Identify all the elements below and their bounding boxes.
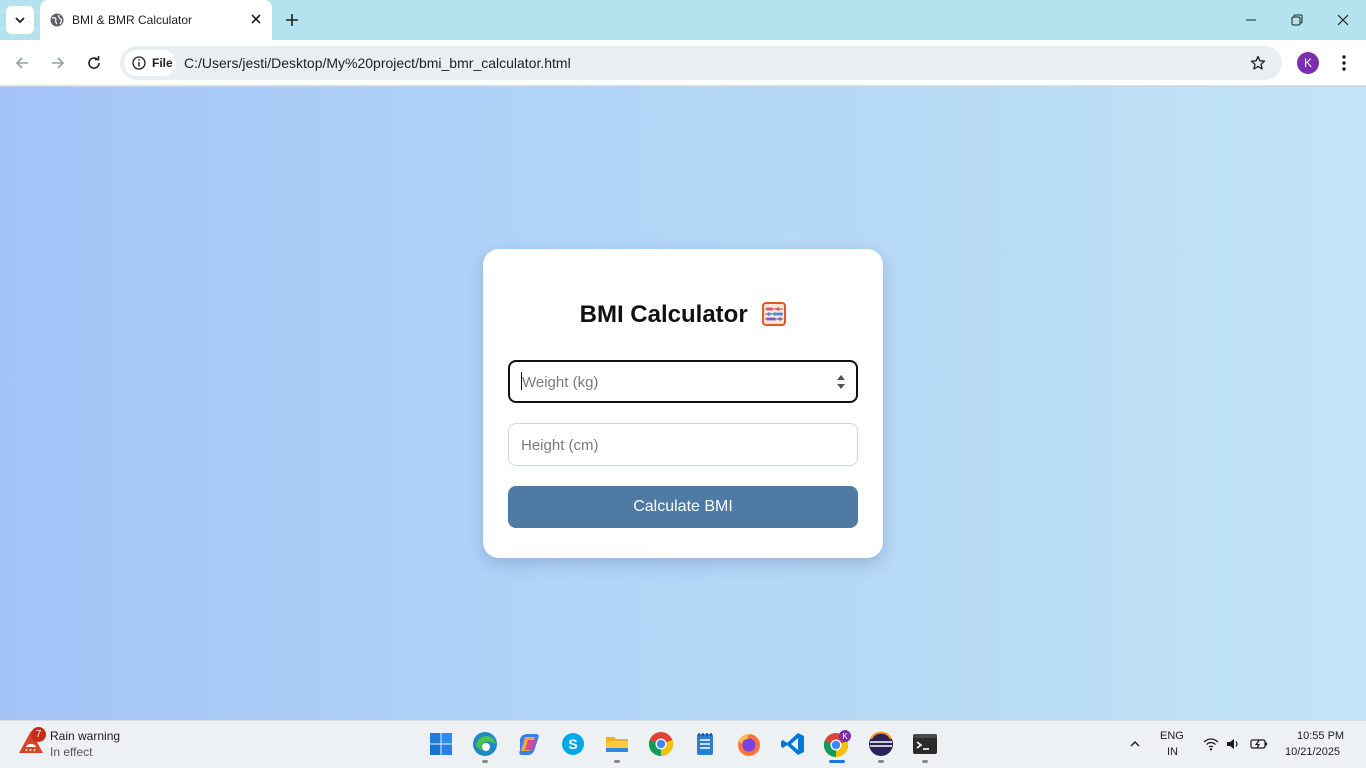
svg-text:K: K [842,732,848,741]
folder-icon [606,737,628,752]
taskbar-running-indicator [614,760,620,763]
windows-taskbar: 7 Rain warning In effect S K ENG IN 10:5… [0,720,1366,768]
chrome-icon [648,732,674,757]
chevron-down-icon [15,17,25,24]
tab-title: BMI & BMR Calculator [72,13,193,27]
taskbar-running-indicator [922,760,928,763]
volume-icon [1227,739,1238,749]
taskbar-running-indicator [878,760,884,763]
tab-close-button[interactable] [248,11,264,27]
skype-icon: S [562,733,584,755]
taskbar-notepad[interactable] [690,729,720,759]
edge-icon [473,732,497,756]
minimize-button[interactable] [1228,0,1274,40]
chrome-profile-icon: K [823,730,851,758]
taskbar-chrome[interactable] [646,729,676,759]
new-tab-button[interactable] [282,10,302,30]
minimize-icon [1246,19,1256,21]
taskbar-terminal[interactable] [910,729,940,759]
bmi-calculator-card: BMI Calculator Weight (kg) Height (cm) C… [483,249,883,558]
taskbar-edge[interactable] [470,729,500,759]
taskbar-firefox[interactable] [734,729,764,759]
chevron-up-icon [1130,741,1140,747]
browser-menu-button[interactable] [1334,51,1354,75]
forward-button[interactable] [46,51,70,75]
profile-avatar[interactable]: K [1297,52,1319,74]
info-icon [132,56,146,70]
close-icon [251,14,261,24]
notepad-icon [697,733,713,755]
eclipse-icon [869,731,893,756]
language-code: ENG [1160,730,1184,742]
page-title: BMI Calculator [579,301,748,328]
restore-icon [1291,14,1303,26]
security-chip-label: File [152,56,173,70]
terminal-icon [913,734,937,754]
bookmark-button[interactable] [1248,53,1268,73]
weight-placeholder: Weight (kg) [522,374,599,391]
wifi-icon [1203,738,1219,751]
start-button[interactable] [426,729,456,759]
weather-title: Rain warning [50,729,121,743]
volume-status[interactable] [1225,735,1243,753]
number-spinner-icon[interactable] [836,372,846,392]
browser-tab-active[interactable]: BMI & BMR Calculator [40,0,272,40]
taskbar-running-indicator [482,760,488,763]
taskbar-active-indicator [829,760,845,763]
clock-time: 10:55 PM [1297,730,1345,742]
taskbar-file-explorer[interactable] [602,729,632,759]
tab-search-button[interactable] [6,6,34,34]
star-icon [1250,55,1266,70]
battery-charging-icon [1250,739,1268,749]
taskbar-copilot[interactable] [514,729,544,759]
more-vertical-icon [1342,55,1346,71]
firefox-icon [738,734,760,756]
back-arrow-icon [15,57,28,69]
copilot-icon [519,734,539,755]
reload-icon [88,56,100,69]
close-icon [1337,14,1349,26]
battery-status[interactable] [1250,735,1268,753]
weather-badge: 7 [31,727,46,742]
close-window-button[interactable] [1320,0,1366,40]
clock-date: 10/21/2025 [1285,746,1341,758]
taskbar-vscode[interactable] [778,729,808,759]
wifi-status[interactable] [1202,735,1220,753]
forward-arrow-icon [52,57,65,69]
vscode-icon [781,733,804,755]
windows-logo-icon [430,733,452,755]
page-title-row: BMI Calculator [483,301,883,329]
browser-toolbar: File C:/Users/jesti/Desktop/My%20project… [0,40,1366,86]
globe-icon [50,13,64,27]
weight-input[interactable]: Weight (kg) [508,360,858,403]
browser-tab-bar: BMI & BMR Calculator [0,0,1366,40]
plus-icon [286,14,298,26]
restore-button[interactable] [1274,0,1320,40]
height-input[interactable]: Height (cm) [508,423,858,466]
address-bar[interactable]: File C:/Users/jesti/Desktop/My%20project… [120,46,1282,80]
taskbar-chrome-profile[interactable]: K [822,729,852,759]
reload-button[interactable] [82,51,106,75]
height-placeholder: Height (cm) [521,437,599,454]
taskbar-skype[interactable]: S [558,729,588,759]
language-region: IN [1167,746,1178,758]
taskbar-eclipse[interactable] [866,729,896,759]
calculate-bmi-button[interactable]: Calculate BMI [508,486,858,528]
show-hidden-icons-button[interactable] [1126,735,1144,753]
url-text[interactable]: C:/Users/jesti/Desktop/My%20project/bmi_… [184,55,571,71]
svg-text:S: S [568,736,577,752]
site-info-chip[interactable]: File [124,50,176,76]
abacus-icon [762,302,787,326]
back-button[interactable] [10,51,34,75]
page-viewport: BMI Calculator Weight (kg) Height (cm) C… [0,87,1366,720]
weather-subtitle: In effect [50,745,93,759]
